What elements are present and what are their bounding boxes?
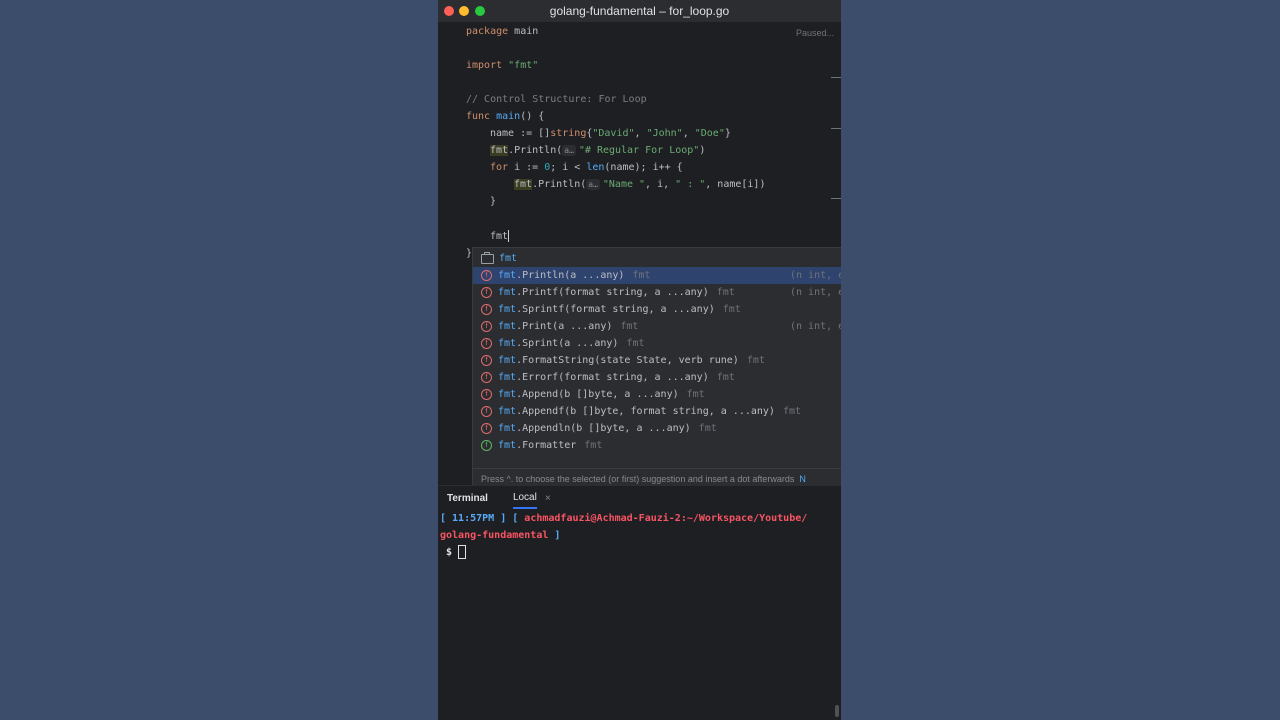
code-line-7: name := []string{"David", "John", "Doe"}: [490, 128, 731, 139]
completion-signature: .Errorf(format string, a ...any): [516, 372, 709, 383]
completion-prefix: fmt: [498, 440, 517, 451]
scroll-marker: [831, 198, 841, 199]
completion-item[interactable]: f fmt .Appendln(b []byte, a ...any) fmt: [473, 420, 841, 437]
completion-return-type: (n int, e: [790, 321, 841, 332]
function-icon: f: [481, 355, 492, 366]
code-line-11: }: [490, 196, 497, 207]
terminal-cursor: [458, 545, 467, 559]
terminal-panel[interactable]: Terminal Local × [ 11:57PM ] [ achmadfau…: [438, 485, 841, 720]
completion-item[interactable]: f fmt .Sprintf(format string, a ...any) fmt: [473, 301, 841, 318]
code-line-1: package main: [466, 26, 539, 37]
completion-return-type: (n int, e: [790, 270, 841, 281]
completion-signature: .Formatter: [516, 440, 577, 451]
function-icon: f: [481, 389, 492, 400]
completion-signature: .Append(b []byte, a ...any): [516, 389, 679, 400]
completion-prefix: fmt: [498, 389, 517, 400]
completion-item-package[interactable]: fmt: [473, 250, 841, 267]
terminal-prompt-line-2: golang-fundamental ]: [440, 530, 561, 541]
paused-status: Paused...: [795, 28, 834, 38]
completion-item[interactable]: f fmt .Append(b []byte, a ...any) fmt: [473, 386, 841, 403]
completion-prefix: fmt: [498, 287, 517, 298]
code-line-10: fmt.Println(a… "Name ", i, " : ", name[i]…: [514, 179, 766, 190]
tab-local[interactable]: Local: [512, 488, 537, 509]
function-icon: f: [481, 406, 492, 417]
code-completion-popup[interactable]: fmt f fmt .Println(a ...any) fmt (n int, eff…: [472, 247, 841, 489]
ide-window: golang-fundamental – for_loop.go Paused.…: [438, 0, 841, 720]
completion-signature: .Sprintf(format string, a ...any): [516, 304, 715, 315]
completion-prefix: fmt: [498, 321, 517, 332]
completion-package: fmt: [716, 372, 735, 383]
completion-item[interactable]: f fmt .Appendf(b []byte, format string, a …: [473, 403, 841, 420]
completion-signature: .Println(a ...any): [516, 270, 625, 281]
completion-prefix: fmt: [498, 372, 517, 383]
function-icon: f: [481, 321, 492, 332]
completion-item[interactable]: f fmt .Errorf(format string, a ...any) fmt: [473, 369, 841, 386]
text-caret: [508, 230, 510, 242]
completion-prefix: fmt: [498, 355, 517, 366]
completion-prefix: fmt: [498, 270, 517, 281]
completion-item[interactable]: f fmt .Println(a ...any) fmt (n int, e: [473, 267, 841, 284]
completion-signature: .Print(a ...any): [516, 321, 613, 332]
code-line-13[interactable]: fmt: [490, 230, 510, 244]
function-icon: f: [481, 440, 492, 451]
function-icon: f: [481, 287, 492, 298]
zoom-window-button[interactable]: [475, 6, 485, 16]
function-icon: f: [481, 338, 492, 349]
completion-package: fmt: [716, 287, 735, 298]
completion-signature: .FormatString(state State, verb rune): [516, 355, 739, 366]
completion-signature: .Appendf(b []byte, format string, a ...a…: [516, 406, 775, 417]
title-bar: golang-fundamental – for_loop.go: [438, 0, 841, 22]
completion-prefix: fmt: [498, 406, 517, 417]
completion-hint-link[interactable]: N: [799, 474, 806, 484]
completion-prefix: fmt: [498, 423, 517, 434]
completion-package: fmt: [722, 304, 741, 315]
completion-package: fmt: [746, 355, 765, 366]
close-icon[interactable]: ×: [545, 493, 551, 504]
code-line-8: fmt.Println(a… "# Regular For Loop"): [490, 145, 706, 156]
terminal-tab-bar: Terminal Local ×: [438, 486, 841, 510]
param-hint: a…: [562, 145, 576, 156]
param-hint: a…: [586, 179, 600, 190]
function-icon: f: [481, 270, 492, 281]
code-line-9: for i := 0; i < len(name); i++ {: [490, 162, 683, 173]
completion-package: fmt: [626, 338, 645, 349]
completion-prefix: fmt: [498, 304, 517, 315]
close-window-button[interactable]: [444, 6, 454, 16]
code-line-6: func main() {: [466, 111, 545, 122]
completion-item[interactable]: f fmt .Printf(format string, a ...any) fmt(…: [473, 284, 841, 301]
completion-signature: .Printf(format string, a ...any): [516, 287, 709, 298]
completion-signature: .Sprint(a ...any): [516, 338, 619, 349]
minimize-window-button[interactable]: [459, 6, 469, 16]
completion-item[interactable]: f fmt .Formatter fmt: [473, 437, 841, 454]
window-title: golang-fundamental – for_loop.go: [549, 4, 730, 18]
completion-item[interactable]: f fmt .FormatString(state State, verb rune…: [473, 352, 841, 369]
completion-package: fmt: [782, 406, 802, 417]
completion-item[interactable]: f fmt .Sprint(a ...any) fmt: [473, 335, 841, 352]
terminal-scrollbar[interactable]: [835, 705, 839, 717]
completion-return-type: (n int, e: [790, 287, 841, 298]
completion-prefix: fmt: [498, 338, 517, 349]
completion-package: fmt: [584, 440, 603, 451]
code-line-3: import "fmt": [466, 60, 539, 71]
code-line-5: // Control Structure: For Loop: [466, 94, 647, 105]
scroll-marker: [831, 77, 841, 78]
completion-item[interactable]: f fmt .Print(a ...any) fmt (n int, e: [473, 318, 841, 335]
terminal-prompt-line-1: [ 11:57PM ] [ achmadfauzi@Achmad-Fauzi-2…: [440, 513, 808, 524]
completion-package: fmt: [686, 389, 705, 400]
code-editor[interactable]: Paused... package main import "fmt" // C…: [438, 22, 841, 489]
completion-signature: .Appendln(b []byte, a ...any): [516, 423, 691, 434]
terminal-input-line[interactable]: $: [440, 544, 467, 561]
terminal-title: Terminal: [447, 492, 488, 504]
completion-package: fmt: [698, 423, 717, 434]
scroll-marker: [831, 128, 841, 129]
completion-package: fmt: [620, 321, 639, 332]
package-icon: [481, 251, 494, 264]
function-icon: f: [481, 304, 492, 315]
function-icon: f: [481, 423, 492, 434]
completion-package: fmt: [632, 270, 651, 281]
function-icon: f: [481, 372, 492, 383]
